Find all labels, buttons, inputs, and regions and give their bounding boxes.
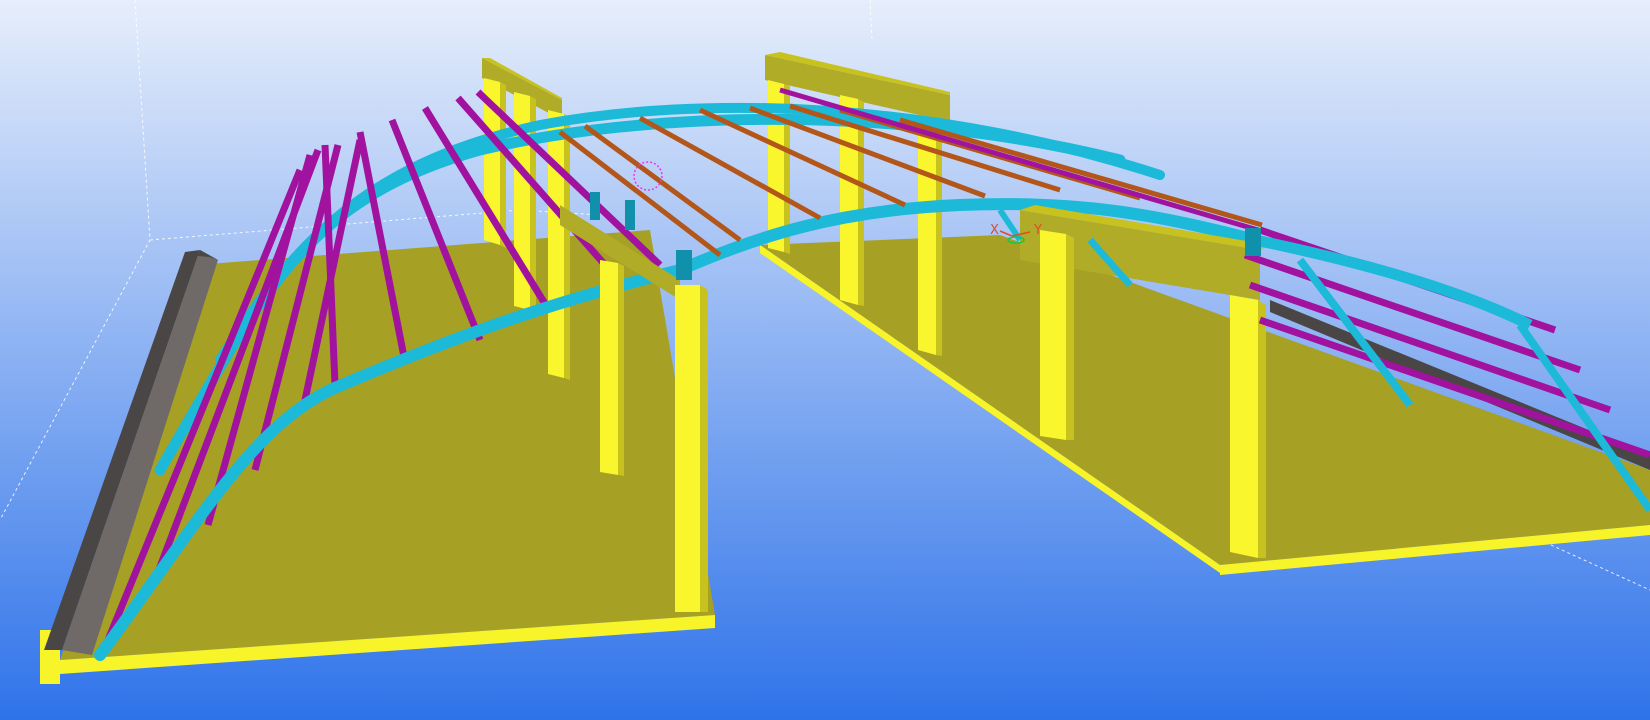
axis-y-label: Y (1033, 223, 1042, 238)
model-scene[interactable]: X Y (0, 0, 1650, 720)
axis-x-label: X (990, 223, 999, 238)
3d-model-viewport[interactable]: X Y (0, 0, 1650, 720)
